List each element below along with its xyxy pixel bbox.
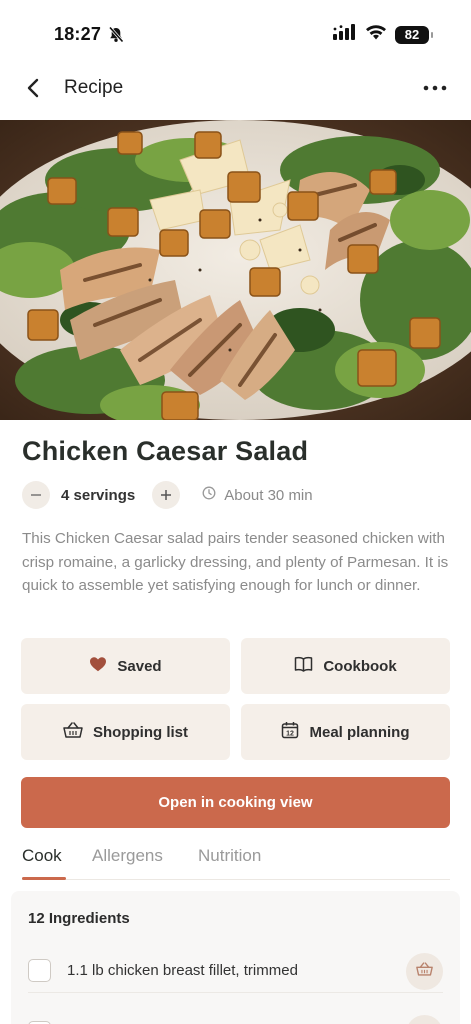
tab-cook[interactable]: Cook: [22, 846, 62, 866]
ingredient-row: [28, 1015, 443, 1024]
tab-nutrition[interactable]: Nutrition: [198, 846, 261, 866]
active-tab-indicator: [22, 877, 66, 880]
clock-icon: [202, 486, 216, 505]
servings-row: 4 servings About 30 min: [22, 481, 313, 509]
shopping-list-button[interactable]: Shopping list: [21, 704, 230, 760]
ingredient-checkbox[interactable]: [28, 959, 51, 982]
cookbook-button[interactable]: Cookbook: [241, 638, 450, 694]
recipe-description: This Chicken Caesar salad pairs tender s…: [22, 530, 449, 594]
battery-icon: 82: [395, 25, 433, 44]
back-chevron-icon[interactable]: [22, 76, 46, 100]
calendar-icon: 12: [281, 721, 299, 743]
status-bar: 18:27 82: [0, 0, 471, 64]
heart-icon: [89, 656, 107, 676]
tab-allergens[interactable]: Allergens: [92, 846, 163, 866]
saved-button[interactable]: Saved: [21, 638, 230, 694]
meal-planning-label: Meal planning: [309, 723, 410, 741]
basket-icon: [416, 962, 433, 981]
servings-count: 4 servings: [61, 486, 136, 504]
cookbook-label: Cookbook: [323, 657, 397, 675]
add-to-shopping-list-button[interactable]: [406, 953, 443, 990]
nav-bar: Recipe: [0, 64, 471, 112]
meal-planning-button[interactable]: 12 Meal planning: [241, 704, 450, 760]
book-icon: [294, 656, 313, 676]
calendar-icon-day: 12: [287, 731, 295, 738]
ingredient-row: 1.1 lb chicken breast fillet, trimmed: [28, 953, 443, 993]
bell-slash-icon: [108, 26, 124, 48]
ingredients-heading: 12 Ingredients: [28, 910, 130, 927]
nav-title: Recipe: [64, 77, 124, 98]
more-options-icon[interactable]: [421, 76, 449, 100]
status-time: 18:27: [54, 24, 102, 44]
shopping-list-label: Shopping list: [93, 723, 188, 741]
cellular-signal-icon: [333, 24, 357, 45]
cook-time-text: About 30 min: [224, 486, 313, 504]
wifi-icon: [365, 24, 387, 45]
ingredient-text: 1.1 lb chicken breast fillet, trimmed: [67, 962, 298, 979]
recipe-title: Chicken Caesar Salad: [22, 436, 309, 466]
basket-icon: [63, 722, 83, 742]
decrease-servings-button[interactable]: [22, 481, 50, 509]
saved-label: Saved: [117, 657, 162, 675]
cook-time: About 30 min: [202, 486, 313, 505]
increase-servings-button[interactable]: [152, 481, 181, 509]
open-cooking-view-button[interactable]: Open in cooking view: [21, 777, 450, 828]
add-to-shopping-list-button[interactable]: [406, 1015, 443, 1024]
hero-image: [0, 120, 471, 420]
ingredients-panel: 12 Ingredients 1.1 lb chicken breast fil…: [11, 891, 460, 1024]
recipe-tabs: Cook Allergens Nutrition: [22, 846, 450, 880]
